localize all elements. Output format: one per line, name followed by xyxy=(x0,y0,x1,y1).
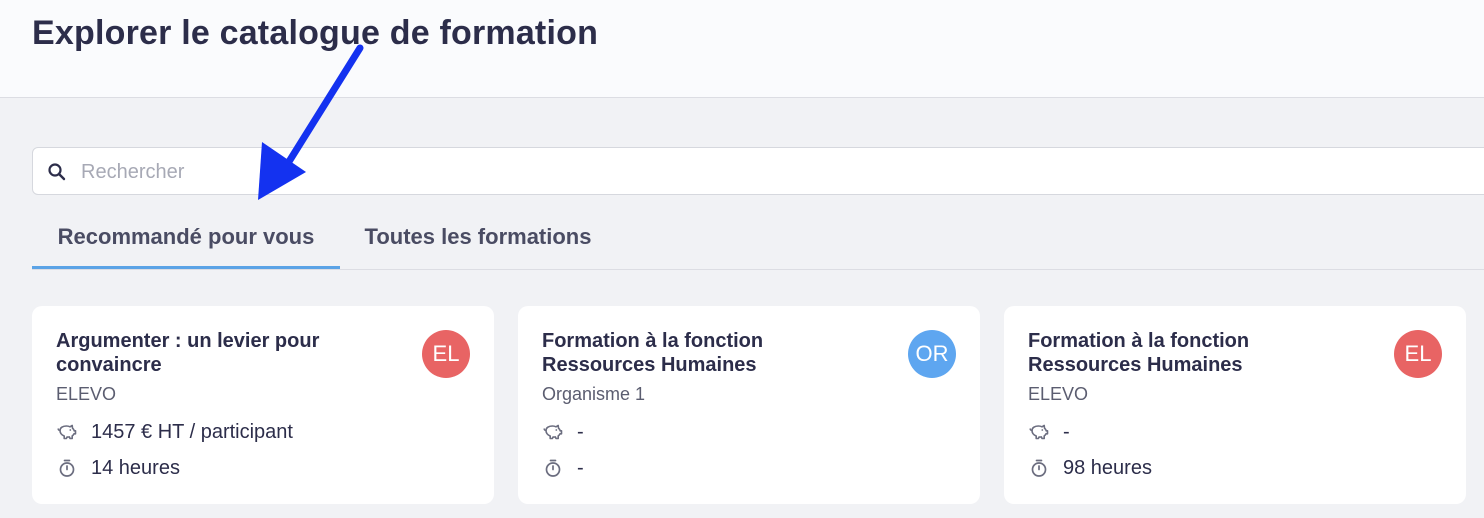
organization-avatar: EL xyxy=(422,330,470,378)
training-title: Formation à la fonction Ressources Humai… xyxy=(542,330,764,376)
search-input[interactable] xyxy=(79,148,1463,196)
page-header: Explorer le catalogue de formation xyxy=(0,0,1484,98)
page-title: Explorer le catalogue de formation xyxy=(32,14,599,52)
training-duration-row: 98 heures xyxy=(1028,456,1152,480)
training-duration: 14 heures xyxy=(91,456,180,479)
piggy-bank-icon xyxy=(1029,424,1049,440)
tab-recommended[interactable]: Recommandé pour vous xyxy=(32,210,340,269)
training-price: - xyxy=(1063,420,1070,443)
training-organization: Organisme 1 xyxy=(542,384,646,404)
training-title: Formation à la fonction Ressources Humai… xyxy=(1028,330,1250,376)
training-duration-row: - xyxy=(542,456,584,480)
training-organization: ELEVO xyxy=(56,384,117,404)
stopwatch-icon xyxy=(1031,459,1047,477)
training-organization: ELEVO xyxy=(1028,384,1089,404)
training-card[interactable]: Argumenter : un levier pour convaincre E… xyxy=(32,306,494,504)
training-card[interactable]: Formation à la fonction Ressources Humai… xyxy=(1004,306,1466,504)
organization-avatar: EL xyxy=(1394,330,1442,378)
training-card[interactable]: Formation à la fonction Ressources Humai… xyxy=(518,306,980,504)
piggy-bank-icon xyxy=(57,424,77,440)
search-icon xyxy=(47,162,67,182)
training-price: - xyxy=(577,420,584,443)
training-price-row: - xyxy=(1028,420,1070,444)
training-price: 1457 € HT / participant xyxy=(91,420,293,443)
piggy-bank-icon xyxy=(543,424,563,440)
training-duration: - xyxy=(577,456,584,479)
organization-avatar: OR xyxy=(908,330,956,378)
tab-all-trainings[interactable]: Toutes les formations xyxy=(364,210,592,269)
stopwatch-icon xyxy=(59,459,75,477)
tab-bar: Recommandé pour vous Toutes les formatio… xyxy=(32,210,1484,270)
training-price-row: 1457 € HT / participant xyxy=(56,420,293,444)
stopwatch-icon xyxy=(545,459,561,477)
training-price-row: - xyxy=(542,420,584,444)
training-duration: 98 heures xyxy=(1063,456,1152,479)
search-bar[interactable] xyxy=(32,147,1484,196)
training-duration-row: 14 heures xyxy=(56,456,180,480)
training-title: Argumenter : un levier pour convaincre xyxy=(56,330,320,376)
